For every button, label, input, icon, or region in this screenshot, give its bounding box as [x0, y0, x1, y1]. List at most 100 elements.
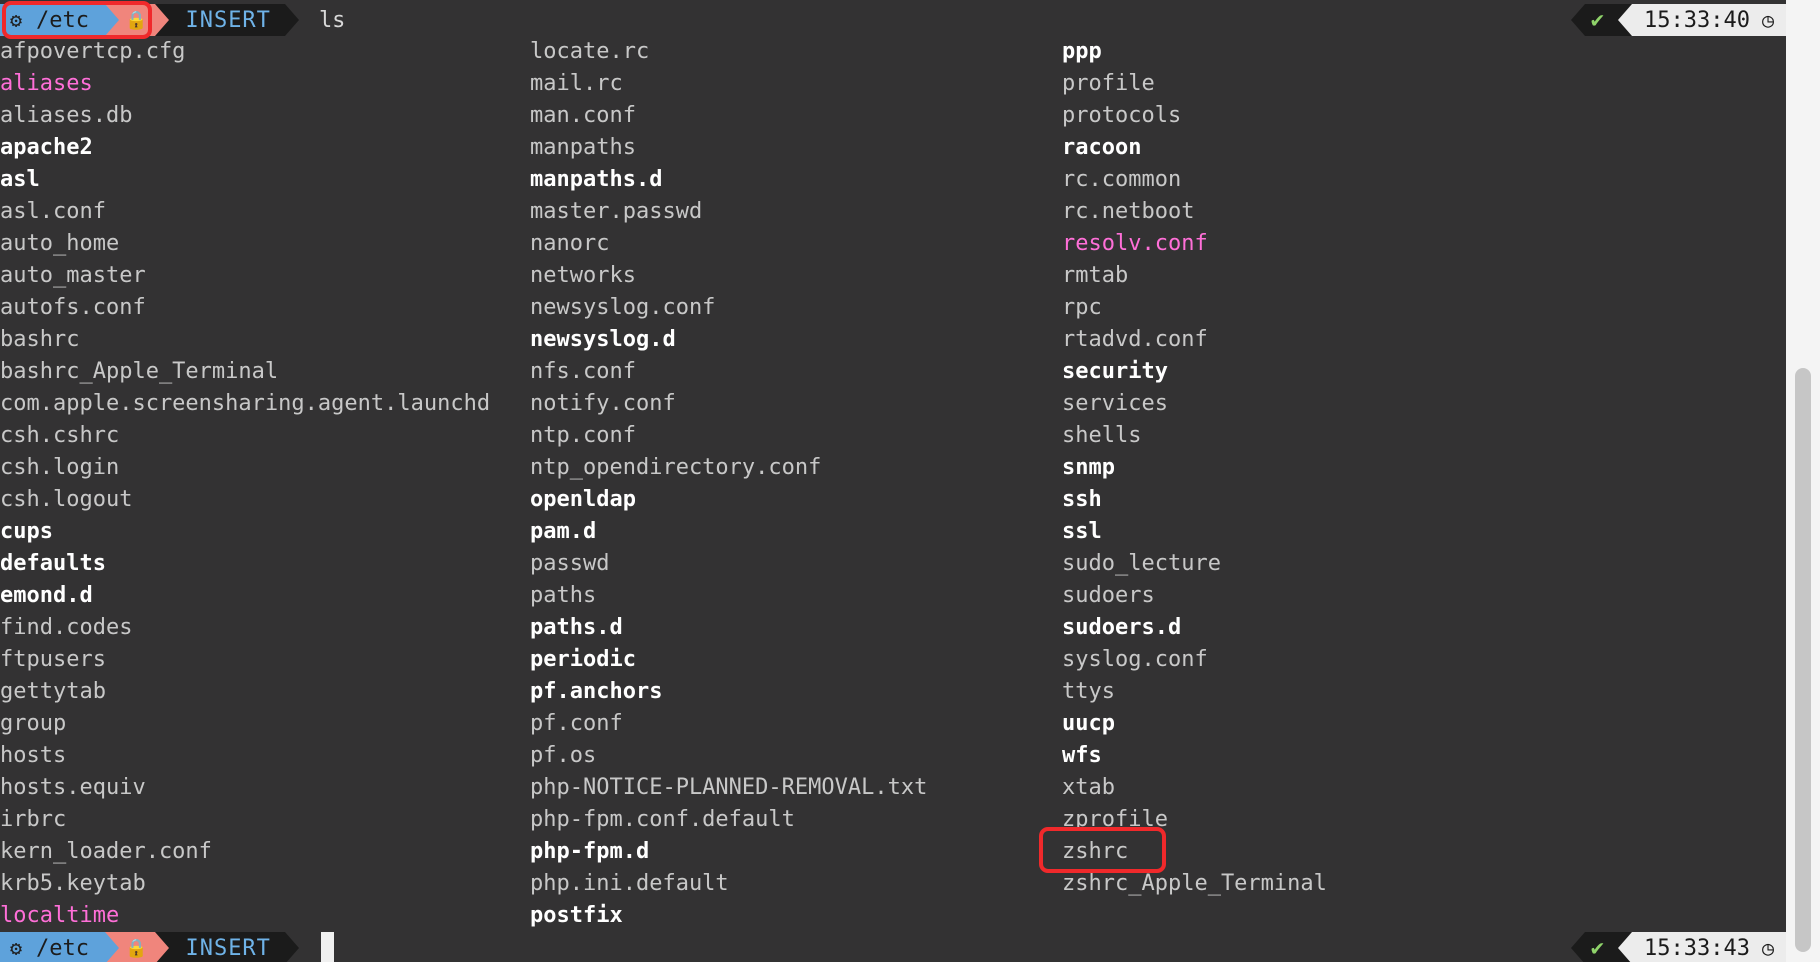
time-segment: 15:33:43 ◷	[1631, 932, 1786, 962]
vi-mode-label: INSERT	[185, 935, 271, 961]
directory-segment: ⚙ /etc	[0, 932, 106, 962]
segment-separator	[1570, 932, 1585, 962]
listing-entry: services	[1062, 391, 1168, 416]
time-label: 15:33:40	[1643, 7, 1750, 33]
listing-entry: rpc	[1062, 295, 1102, 320]
listing-entry: emond.d	[0, 583, 93, 608]
checkmark-icon: ✔	[1590, 935, 1604, 961]
prompt-line-top: ⚙ /etc 🔒 INSERT ls ✔ 15:33:40 ◷	[0, 4, 1786, 36]
listing-entry: racoon	[1062, 135, 1142, 160]
listing-entry: gettytab	[0, 679, 106, 704]
listing-entry: shells	[1062, 423, 1142, 448]
listing-entry: apache2	[0, 135, 93, 160]
listing-entry: master.passwd	[530, 199, 703, 224]
listing-entry: php.ini.default	[530, 871, 729, 896]
listing-entry: newsyslog.d	[530, 327, 676, 352]
listing-entry: pf.conf	[530, 711, 623, 736]
listing-entry: krb5.keytab	[0, 871, 146, 896]
listing-entry: ssl	[1062, 519, 1102, 544]
segment-separator	[284, 4, 299, 36]
listing-entry: wfs	[1062, 743, 1102, 768]
listing-entry: pf.anchors	[530, 679, 663, 704]
segment-separator	[155, 4, 170, 36]
text-cursor[interactable]	[320, 932, 334, 962]
listing-entry: irbrc	[0, 807, 67, 832]
listing-entry: ppp	[1062, 39, 1102, 64]
listing-entry: bashrc	[0, 327, 80, 352]
listing-entry: rc.netboot	[1062, 199, 1195, 224]
listing-entry: networks	[530, 263, 636, 288]
listing-entry: manpaths	[530, 135, 636, 160]
listing-entry: ntp_opendirectory.conf	[530, 455, 822, 480]
scrollbar-thumb[interactable]	[1795, 368, 1811, 952]
clock-icon: ◷	[1761, 936, 1774, 960]
listing-entry: pf.os	[530, 743, 597, 768]
right-prompt: ✔ 15:33:43 ◷	[1570, 932, 1786, 962]
vi-mode-label: INSERT	[185, 7, 271, 33]
listing-entry: cups	[0, 519, 53, 544]
listing-entry: sudoers.d	[1062, 615, 1182, 640]
listing-entry: ftpusers	[0, 647, 106, 672]
listing-entry: openldap	[530, 487, 636, 512]
listing-entry: man.conf	[530, 103, 636, 128]
listing-entry: sudo_lecture	[1062, 551, 1221, 576]
right-prompt: ✔ 15:33:40 ◷	[1570, 4, 1786, 36]
listing-entry: locate.rc	[530, 39, 650, 64]
listing-entry: aliases.db	[0, 103, 133, 128]
listing-entry: xtab	[1062, 775, 1115, 800]
listing-entry: rtadvd.conf	[1062, 327, 1208, 352]
vi-mode-indicator: INSERT	[169, 4, 285, 36]
listing-entry: protocols	[1062, 103, 1182, 128]
listing-entry: group	[0, 711, 67, 736]
listing-entry: asl	[0, 167, 40, 192]
status-segment: ✔	[1584, 932, 1618, 962]
time-segment: 15:33:40 ◷	[1631, 4, 1786, 36]
listing-entry: security	[1062, 359, 1168, 384]
listing-entry: rmtab	[1062, 263, 1129, 288]
listing-entry: ntp.conf	[530, 423, 636, 448]
vi-mode-indicator: INSERT	[169, 932, 285, 962]
command-text: ls	[318, 7, 346, 33]
terminal-window[interactable]: ⚙ /etc 🔒 INSERT ls ✔ 15:33:40 ◷ afpovert…	[0, 0, 1786, 962]
listing-entry: paths	[530, 583, 597, 608]
listing-entry: aliases	[0, 71, 93, 96]
listing-column-2: locate.rc mail.rc man.conf manpaths manpaths…	[530, 36, 927, 932]
time-label: 15:33:43	[1643, 935, 1750, 961]
listing-entry: paths.d	[530, 615, 623, 640]
status-segment: ✔	[1584, 4, 1618, 36]
vertical-scrollbar[interactable]	[1786, 0, 1820, 962]
segment-separator	[1617, 4, 1632, 36]
listing-entry: pam.d	[530, 519, 597, 544]
highlight-box-directory	[2, 1, 152, 39]
listing-entry: rc.common	[1062, 167, 1182, 192]
clock-icon: ◷	[1761, 8, 1774, 32]
listing-entry: postfix	[530, 903, 623, 928]
listing-entry: profile	[1062, 71, 1155, 96]
listing-entry: localtime	[0, 903, 120, 928]
listing-entry: mail.rc	[530, 71, 623, 96]
segment-separator	[1617, 932, 1632, 962]
directory-path: /etc	[36, 935, 90, 961]
listing-entry: csh.cshrc	[0, 423, 120, 448]
listing-entry: autofs.conf	[0, 295, 146, 320]
listing-entry: php-NOTICE-PLANNED-REMOVAL.txt	[530, 775, 928, 800]
listing-entry: kern_loader.conf	[0, 839, 212, 864]
listing-entry: bashrc_Apple_Terminal	[0, 359, 279, 384]
listing-entry: sudoers	[1062, 583, 1155, 608]
highlight-box-zshrc	[1039, 827, 1166, 873]
listing-entry: uucp	[1062, 711, 1115, 736]
listing-entry: php-fpm.conf.default	[530, 807, 795, 832]
listing-entry: notify.conf	[530, 391, 676, 416]
listing-entry: syslog.conf	[1062, 647, 1208, 672]
listing-entry: find.codes	[0, 615, 133, 640]
listing-entry: newsyslog.conf	[530, 295, 716, 320]
listing-entry: snmp	[1062, 455, 1115, 480]
segment-separator	[105, 932, 120, 962]
listing-entry: csh.logout	[0, 487, 133, 512]
lock-segment: 🔒	[119, 932, 156, 962]
checkmark-icon: ✔	[1590, 7, 1604, 33]
segment-separator	[284, 932, 299, 962]
listing-entry: ttys	[1062, 679, 1115, 704]
gear-icon: ⚙	[10, 936, 23, 960]
listing-entry: defaults	[0, 551, 106, 576]
